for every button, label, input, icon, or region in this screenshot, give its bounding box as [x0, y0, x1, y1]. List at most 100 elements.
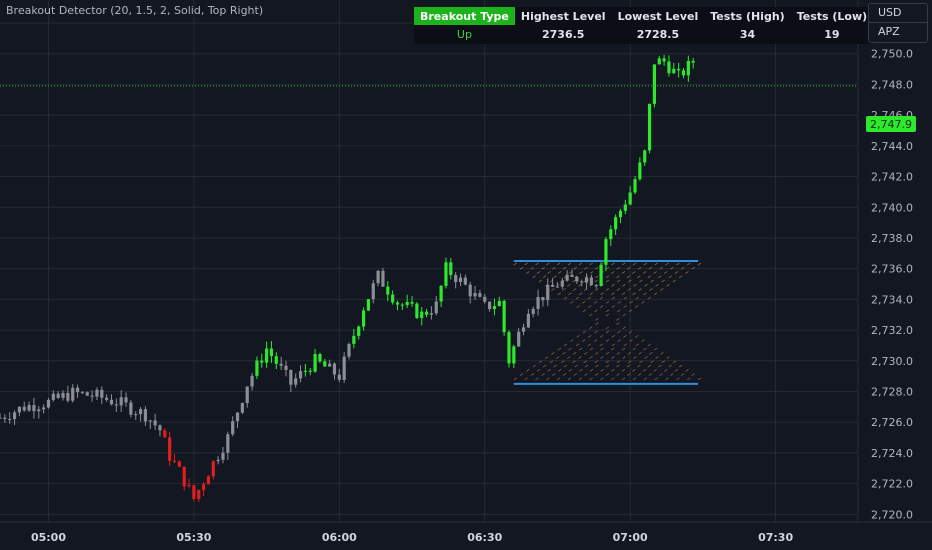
currency-usd[interactable]: USD — [869, 4, 927, 22]
candle-body — [148, 420, 152, 422]
candle-body — [250, 375, 254, 387]
time-tick-label: 07:00 — [613, 531, 648, 544]
candle-body — [454, 275, 458, 283]
candle-body — [526, 313, 530, 328]
candle-body — [71, 387, 75, 401]
candle-body — [100, 389, 104, 398]
candle-body — [584, 277, 589, 283]
candle-body — [37, 409, 41, 412]
candle-body — [12, 412, 17, 420]
time-tick-label: 06:00 — [322, 531, 357, 544]
candle-body — [555, 286, 560, 288]
candle-body — [138, 409, 143, 415]
candle-body — [255, 360, 259, 376]
price-tick-label: 2,738.0 — [871, 232, 913, 245]
candle-body — [260, 360, 264, 363]
time-tick-label: 05:00 — [31, 531, 66, 544]
candle-body — [17, 406, 21, 413]
price-tick-label: 2,726.0 — [871, 416, 913, 429]
candle-body — [187, 485, 191, 487]
candle-body — [274, 356, 278, 364]
price-tick-label: 2,722.0 — [871, 478, 913, 491]
last-price-badge-text: 2,747.9 — [870, 118, 912, 131]
candle-body — [197, 489, 201, 500]
candle-body — [313, 354, 317, 372]
time-tick-label: 06:30 — [467, 531, 502, 544]
candle-body — [623, 204, 627, 211]
candle-body — [463, 277, 467, 285]
candle-body — [609, 229, 613, 240]
candle-body — [410, 302, 414, 304]
candle-body — [517, 331, 521, 347]
value-lowest-level: 2728.5 — [611, 25, 705, 44]
candle-body — [429, 313, 434, 315]
candle-body — [497, 300, 501, 307]
candle-body — [284, 365, 288, 370]
candle-body — [298, 371, 303, 379]
candle-body — [22, 406, 26, 411]
candle-body — [521, 327, 526, 332]
candle-body — [85, 392, 89, 396]
candle-body — [226, 434, 230, 453]
header-tests-low: Tests (Low) — [790, 7, 874, 25]
currency-selector[interactable]: USD APZ — [868, 3, 928, 43]
candle-body — [143, 409, 148, 422]
candle-body — [449, 262, 453, 276]
indicator-label[interactable]: Breakout Detector (20, 1.5, 2, Solid, To… — [6, 4, 263, 17]
candle-body — [192, 485, 196, 500]
value-breakout-type: Up — [414, 25, 515, 44]
price-tick-label: 2,750.0 — [871, 48, 913, 61]
candle-body — [216, 459, 220, 462]
candle-body — [357, 326, 361, 336]
candle-body — [560, 280, 564, 287]
candle-body — [332, 363, 337, 375]
candle-body — [386, 286, 390, 295]
chart-background — [0, 0, 932, 550]
candle-body — [279, 363, 283, 366]
candle-body — [347, 343, 351, 357]
candle-body — [502, 300, 506, 333]
time-tick-label: 07:30 — [758, 531, 793, 544]
candle-body — [342, 356, 346, 380]
candle-body — [381, 270, 385, 287]
candle-body — [551, 284, 555, 287]
candle-body — [265, 348, 269, 363]
price-tick-label: 2,720.0 — [871, 508, 913, 521]
price-tick-label: 2,744.0 — [871, 140, 913, 153]
candle-body — [594, 285, 598, 287]
candle-body — [434, 301, 438, 314]
candle-body — [168, 437, 172, 461]
price-tick-label: 2,732.0 — [871, 324, 913, 337]
candle-body — [492, 306, 497, 310]
candle-body — [657, 58, 661, 65]
candle-body — [672, 68, 676, 74]
candle-body — [90, 395, 94, 397]
candle-body — [80, 392, 85, 394]
candle-body — [415, 303, 419, 318]
candle-body — [46, 399, 51, 408]
candle-body — [75, 387, 80, 393]
candle-body — [667, 61, 671, 74]
candle-body — [507, 332, 511, 364]
candle-body — [444, 262, 448, 286]
candle-body — [570, 274, 574, 277]
candle-body — [633, 179, 637, 193]
candle-body — [8, 418, 12, 420]
candle-body — [158, 425, 162, 431]
candle-body — [652, 64, 657, 104]
candle-body — [405, 302, 409, 306]
candle-body — [294, 378, 298, 385]
price-chart[interactable]: 2,720.0 2,722.0 2,724.0 2,726.0 2,728.0 2,730… — [0, 0, 932, 550]
candle-body — [618, 210, 623, 218]
candle-body — [289, 369, 293, 385]
candle-body — [303, 370, 307, 372]
candle-body — [235, 412, 240, 422]
currency-apz[interactable]: APZ — [869, 22, 927, 41]
candle-body — [541, 297, 545, 301]
candle-body — [638, 162, 642, 180]
candle-body — [42, 407, 46, 410]
candle-body — [318, 354, 322, 362]
candle-body — [546, 284, 550, 301]
candle-body — [221, 452, 225, 460]
price-tick-label: 2,742.0 — [871, 171, 913, 184]
